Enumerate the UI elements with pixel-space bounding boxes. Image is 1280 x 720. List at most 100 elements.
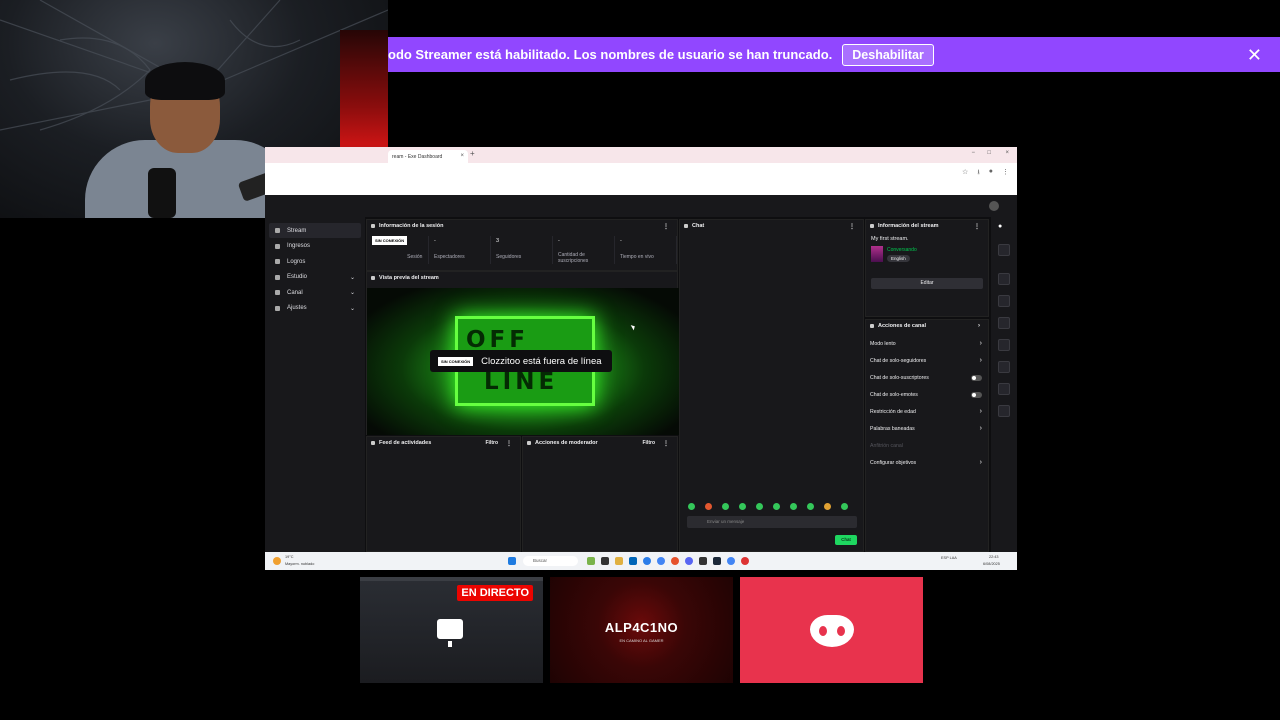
action-configure-goals[interactable]: Configurar objetivos › (866, 454, 988, 471)
more-options-icon[interactable]: ⋮ (506, 440, 512, 447)
wrench-icon[interactable] (998, 405, 1010, 417)
filter-button[interactable]: Filtro (643, 440, 656, 446)
widgets-icon[interactable] (587, 557, 595, 565)
clock-time[interactable]: 22:43 (989, 555, 999, 559)
stream-preview-panel: Vista previa del stream OFF LINE SIN CON… (366, 271, 679, 435)
info-icon[interactable]: ● (998, 223, 1010, 235)
income-icon (275, 243, 280, 249)
taskbar-search[interactable]: Buscar (523, 556, 578, 566)
toggle[interactable] (971, 374, 982, 381)
live-preview-card[interactable]: EN DIRECTO (360, 577, 543, 683)
chevron-right-icon: › (979, 357, 982, 364)
star-icon[interactable]: ☆ (962, 168, 968, 179)
emote-icon[interactable] (773, 503, 780, 510)
panel-title: Acciones de moderador (535, 440, 598, 446)
tab-close-icon[interactable]: × (460, 153, 464, 159)
chat-send-button[interactable]: Chat (835, 535, 857, 545)
avatar[interactable] (989, 201, 999, 211)
profile-icon[interactable]: ● (989, 168, 993, 179)
sidebar-item-canal[interactable]: Canal ⌄ (269, 285, 361, 300)
clock-date[interactable]: 6/08/2025 (983, 562, 1000, 566)
task-view-icon[interactable] (601, 557, 609, 565)
sidebar-item-ajustes[interactable]: Ajustes ⌄ (269, 301, 361, 316)
toggle[interactable] (971, 391, 982, 398)
pencil-icon[interactable] (998, 244, 1010, 256)
alp-logo-text: ALP4C1NO (604, 620, 679, 635)
more-options-icon[interactable]: ⋮ (849, 223, 855, 230)
language-indicator[interactable]: ESP LAA (941, 556, 957, 560)
emote-icon[interactable] (790, 503, 797, 510)
more-options-icon[interactable]: ⋮ (663, 440, 669, 447)
emote-bar (688, 503, 848, 510)
window-close-icon[interactable]: × (1005, 150, 1009, 156)
browser-address-bar[interactable]: ☆ ⭳ ● ⋮ (265, 163, 1017, 195)
edge-icon[interactable] (643, 557, 651, 565)
chrome-icon[interactable] (657, 557, 665, 565)
more-options-icon[interactable]: ⋮ (663, 223, 669, 230)
dashboard-sidebar: Stream Ingresos Logros Estudio ⌄ Canal ⌄ A… (265, 217, 365, 552)
action-banned-words[interactable]: Palabras baneadas › (866, 420, 988, 437)
app-icon[interactable] (741, 557, 749, 565)
panel-title: Información de la sesión (379, 223, 444, 229)
monitor-icon (437, 619, 463, 639)
sidebar-item-logros[interactable]: Logros (269, 254, 361, 269)
plus-icon[interactable] (998, 295, 1010, 307)
minimize-icon[interactable]: − (971, 150, 975, 156)
new-tab-button[interactable]: + (470, 149, 475, 158)
stat-label: Espectadores (434, 254, 465, 260)
preview-icon (371, 276, 375, 280)
chrome-icon[interactable] (727, 557, 735, 565)
store-icon[interactable] (629, 557, 637, 565)
obs-icon[interactable] (699, 557, 707, 565)
stat-value: - (620, 238, 622, 244)
menu-icon[interactable]: ⋮ (1002, 168, 1009, 179)
app-icon[interactable] (671, 557, 679, 565)
streamer-mode-banner: odo Streamer está habilitado. Los nombre… (388, 37, 1280, 72)
alp4c1no-card[interactable]: ALP4C1NO EN CAMINO AL GAMER (550, 577, 733, 683)
action-emotes-only: Chat de solo-emotes (866, 386, 988, 403)
clip-icon[interactable] (998, 317, 1010, 329)
steam-icon[interactable] (713, 557, 721, 565)
more-options-icon[interactable]: ⋮ (974, 223, 980, 230)
file-explorer-icon[interactable] (615, 557, 623, 565)
shield-icon[interactable] (998, 383, 1010, 395)
microphone (148, 168, 176, 218)
chat-icon[interactable] (998, 339, 1010, 351)
session-info-panel: Información de la sesión ⋮ SIN CONEXIÓN Se… (366, 219, 678, 271)
edit-button[interactable]: Editar (871, 278, 983, 289)
filter-button[interactable]: Filtro (486, 440, 499, 446)
emote-icon[interactable] (688, 503, 695, 510)
close-icon[interactable]: ✕ (1247, 45, 1262, 66)
action-label: Configurar objetivos (870, 459, 917, 466)
chat-icon (684, 224, 688, 228)
add-icon[interactable] (998, 427, 1010, 439)
maximize-icon[interactable]: □ (987, 150, 991, 156)
category-name[interactable]: Conversando (887, 247, 917, 253)
sidebar-item-stream[interactable]: Stream (269, 223, 361, 238)
windows-start-icon[interactable] (508, 557, 516, 565)
emote-icon[interactable] (841, 503, 848, 510)
raid-icon[interactable] (998, 361, 1010, 373)
marker-icon[interactable] (998, 273, 1010, 285)
action-age-restriction[interactable]: Restricción de edad › (866, 403, 988, 420)
emote-icon[interactable] (722, 503, 729, 510)
stat-label: Cantidad de suscripciones (558, 252, 589, 264)
browser-tab[interactable]: ream - Exe Dashboard × (388, 150, 468, 163)
discord-card[interactable] (740, 577, 923, 683)
action-slow-mode[interactable]: Modo lento › (866, 335, 988, 352)
emote-icon[interactable] (739, 503, 746, 510)
category-thumbnail (871, 246, 883, 262)
emote-icon[interactable] (824, 503, 831, 510)
emote-icon[interactable] (807, 503, 814, 510)
chevron-right-icon[interactable]: › (978, 323, 980, 329)
disable-button[interactable]: Deshabilitar (842, 43, 934, 66)
emote-icon[interactable] (705, 503, 712, 510)
emote-icon[interactable] (756, 503, 763, 510)
chat-input[interactable]: Enviar un mensaje (687, 516, 857, 528)
stream-preview[interactable]: OFF LINE SIN CONEXIÓN Clozzitoo está fue… (367, 288, 679, 435)
sidebar-item-ingresos[interactable]: Ingresos (269, 239, 361, 254)
action-followers-only[interactable]: Chat de solo-seguidores › (866, 352, 988, 369)
download-icon[interactable]: ⭳ (977, 168, 979, 179)
discord-taskbar-icon[interactable] (685, 557, 693, 565)
sidebar-item-estudio[interactable]: Estudio ⌄ (269, 270, 361, 285)
